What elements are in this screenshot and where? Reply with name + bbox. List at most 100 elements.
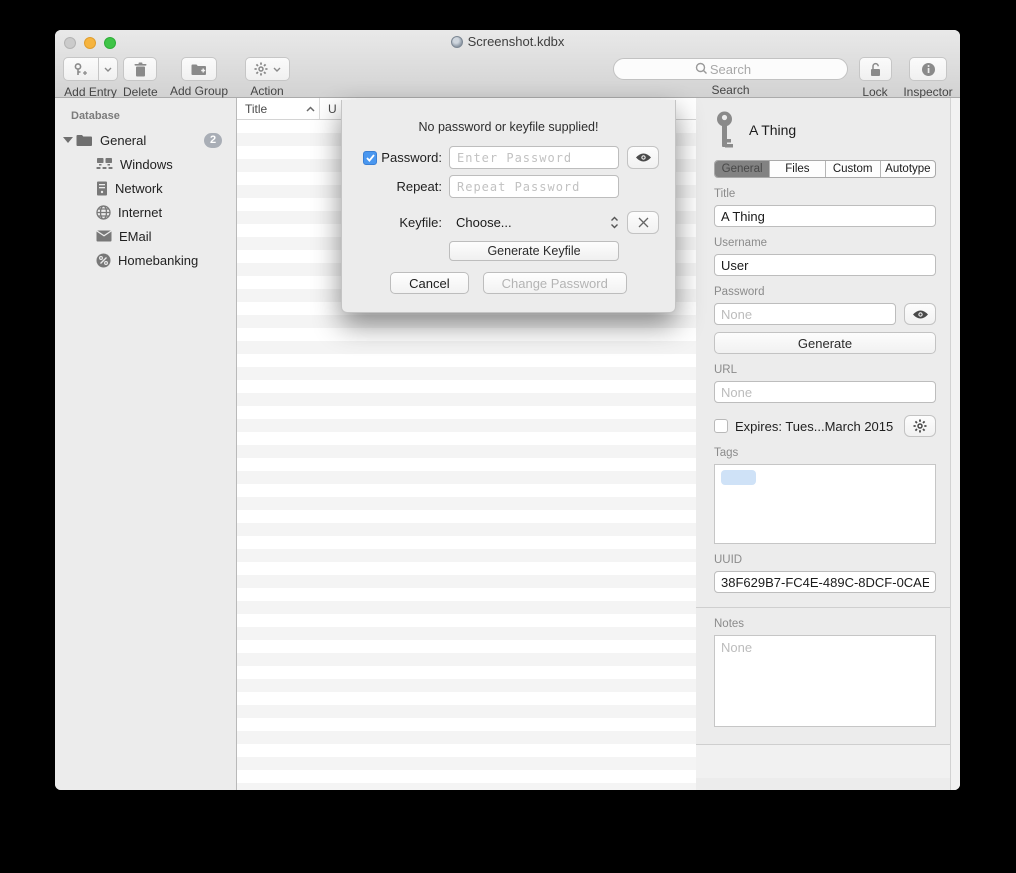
sidebar-item-email[interactable]: EMail [55,224,236,248]
folder-icon [76,134,93,147]
sidebar-item-windows[interactable]: Windows [55,152,236,176]
inspector-button[interactable] [909,57,947,81]
add-group-label: Add Group [165,84,233,98]
add-entry-label: Add Entry [63,85,118,99]
title-label: Title [714,188,936,200]
password-label: Password [714,286,936,298]
delete-label: Delete [123,85,158,99]
generate-button[interactable]: Generate [714,332,936,354]
expires-settings-button[interactable] [904,415,936,437]
window-title: Screenshot.kdbx [55,34,960,49]
eye-icon [912,309,929,320]
search-group: Search [613,58,848,97]
column-header-username[interactable]: U [320,102,337,116]
expires-row: Expires: Tues...March 2015 [714,415,936,437]
add-group-button[interactable] [181,57,217,81]
sidebar-item-internet[interactable]: Internet [55,200,236,224]
key-icon [714,111,735,149]
sidebar-item-label: Homebanking [118,253,198,268]
search-label: Search [613,83,848,97]
lock-button[interactable] [859,57,892,81]
search-input[interactable] [613,58,848,80]
group-count-badge: 2 [204,133,222,148]
action-button[interactable] [245,57,290,81]
delete-group: Delete [123,57,158,99]
inspector-panel: A Thing General Files Custom Autotype Ti… [696,98,960,790]
chevron-down-icon [104,67,112,72]
expires-checkbox[interactable] [714,419,728,433]
entry-header: A Thing [714,108,936,152]
dialog-password-input[interactable] [449,146,619,169]
dialog-reveal-button[interactable] [627,146,659,169]
dialog-password-label: Password: [381,150,442,165]
dialog-repeat-input[interactable] [449,175,619,198]
sidebar-item-network[interactable]: Network [55,176,236,200]
app-window: Screenshot.kdbx [55,30,960,790]
sidebar-header: Database [55,107,236,128]
sidebar-item-label: Network [115,181,163,196]
sidebar-item-homebanking[interactable]: Homebanking [55,248,236,272]
password-field[interactable] [714,303,896,325]
globe-icon [96,205,111,220]
url-label: URL [714,364,936,376]
tab-autotype[interactable]: Autotype [880,161,935,177]
keyfile-popup[interactable]: Choose... [456,215,619,230]
eye-icon [635,152,652,163]
inspector-scrollbar[interactable] [950,98,960,790]
username-label: Username [714,237,936,249]
divider [696,607,950,608]
sheet-message: No password or keyfile supplied! [342,120,675,134]
key-plus-icon [72,62,90,77]
document-proxy-icon [451,36,463,48]
inspector-group: Inspector [900,57,956,99]
inspector-label: Inspector [900,85,956,99]
delete-button[interactable] [123,57,157,81]
reveal-password-button[interactable] [904,303,936,325]
uuid-field[interactable] [714,571,936,593]
folder-plus-icon [191,63,207,76]
titlebar: Screenshot.kdbx [55,30,960,55]
username-field[interactable] [714,254,936,276]
sidebar: Database General 2 [55,98,237,790]
add-entry-button[interactable] [63,57,99,81]
chevron-down-icon [273,67,281,72]
tab-files[interactable]: Files [769,161,824,177]
url-field[interactable] [714,381,936,403]
server-icon [96,181,108,196]
add-entry-group: Add Entry [63,57,118,99]
tags-box[interactable] [714,464,936,544]
clear-keyfile-button[interactable] [627,211,659,234]
tab-custom[interactable]: Custom [825,161,880,177]
entry-title: A Thing [749,122,796,138]
change-password-button[interactable]: Change Password [483,272,627,294]
password-checkbox[interactable] [363,151,377,165]
tags-label: Tags [714,447,936,459]
stepper-icon [610,216,619,229]
add-group-group: Add Group [165,57,233,98]
sidebar-item-general[interactable]: General 2 [55,128,236,152]
title-field[interactable] [714,205,936,227]
sidebar-item-label: Internet [118,205,162,220]
lock-label: Lock [857,85,893,99]
tag-pill[interactable] [721,470,756,485]
cancel-button[interactable]: Cancel [390,272,468,294]
column-header-title[interactable]: Title [237,98,320,119]
dialog-keyfile-label: Keyfile: [342,215,442,230]
sidebar-item-label: General [100,133,146,148]
unlock-icon [869,62,882,77]
lock-group: Lock [857,57,893,99]
gear-icon [254,62,268,76]
notes-label: Notes [714,618,936,630]
tab-general[interactable]: General [715,161,769,177]
add-entry-dropdown[interactable] [99,57,118,81]
x-icon [638,217,649,228]
window-chrome: Screenshot.kdbx [55,30,960,98]
generate-keyfile-button[interactable]: Generate Keyfile [449,241,619,261]
sort-ascending-icon [306,106,315,112]
percent-icon [96,253,111,268]
notes-field[interactable] [714,635,936,727]
info-icon [921,62,936,77]
expires-label: Expires: Tues...March 2015 [735,419,893,434]
disclosure-triangle-icon[interactable] [63,137,73,143]
inspector-scroll: A Thing General Files Custom Autotype Ti… [696,98,950,790]
